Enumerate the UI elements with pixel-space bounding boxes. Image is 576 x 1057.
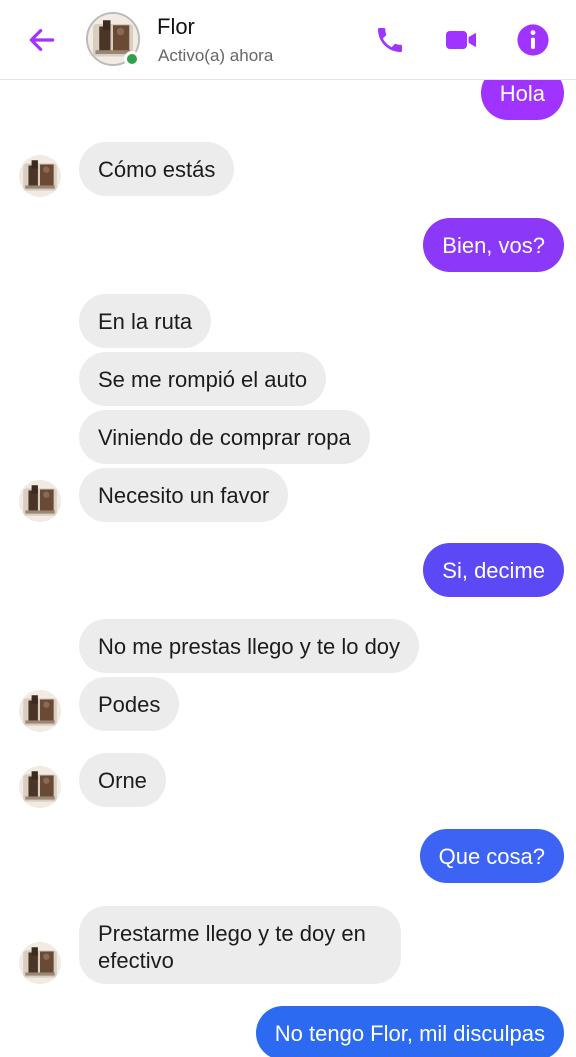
message-bubble-outgoing[interactable]: Hola bbox=[480, 80, 564, 120]
message-bubble-outgoing[interactable]: Bien, vos? bbox=[423, 218, 564, 272]
message-bubble-incoming[interactable]: Prestarme llego y te doy en efectivo bbox=[79, 906, 401, 984]
back-arrow-icon bbox=[29, 29, 55, 51]
message-bubble-incoming[interactable]: Cómo estás bbox=[79, 142, 235, 196]
contact-name[interactable]: Flor bbox=[157, 14, 195, 40]
info-icon bbox=[517, 24, 549, 56]
message-bubble-incoming[interactable]: En la ruta bbox=[79, 294, 212, 348]
avatar-image bbox=[19, 690, 61, 732]
contact-status: Activo(a) ahora bbox=[158, 46, 274, 65]
sender-avatar[interactable] bbox=[19, 942, 61, 984]
sender-avatar[interactable] bbox=[19, 155, 61, 197]
message-bubble-incoming[interactable]: Viniendo de comprar ropa bbox=[79, 410, 370, 464]
video-call-button[interactable] bbox=[443, 22, 479, 58]
message-bubble-incoming[interactable]: Se me rompió el auto bbox=[79, 352, 327, 406]
avatar-image bbox=[19, 766, 61, 808]
message-bubble-outgoing[interactable]: No tengo Flor, mil disculpas bbox=[255, 1006, 564, 1057]
info-button[interactable] bbox=[515, 22, 551, 58]
message-bubble-incoming[interactable]: Podes bbox=[79, 677, 180, 731]
sender-avatar[interactable] bbox=[19, 766, 61, 808]
sender-avatar[interactable] bbox=[19, 690, 61, 732]
call-button[interactable] bbox=[372, 22, 408, 58]
chat-header: Flor Activo(a) ahora bbox=[0, 0, 576, 80]
avatar-image bbox=[19, 155, 61, 197]
back-button[interactable] bbox=[22, 20, 62, 60]
message-list[interactable]: Hola Cómo estás Bien, vos? En la ruta Se… bbox=[0, 80, 576, 1057]
message-bubble-incoming[interactable]: Orne bbox=[79, 753, 166, 807]
video-camera-icon bbox=[446, 31, 476, 49]
online-status-dot bbox=[124, 51, 140, 67]
message-bubble-incoming[interactable]: No me prestas llego y te lo doy bbox=[79, 619, 420, 673]
avatar-image bbox=[19, 480, 61, 522]
phone-icon bbox=[378, 28, 402, 52]
message-bubble-incoming[interactable]: Necesito un favor bbox=[79, 468, 289, 522]
message-bubble-outgoing[interactable]: Que cosa? bbox=[419, 829, 564, 883]
message-bubble-outgoing[interactable]: Si, decime bbox=[423, 543, 564, 597]
avatar-image bbox=[19, 942, 61, 984]
sender-avatar[interactable] bbox=[19, 480, 61, 522]
